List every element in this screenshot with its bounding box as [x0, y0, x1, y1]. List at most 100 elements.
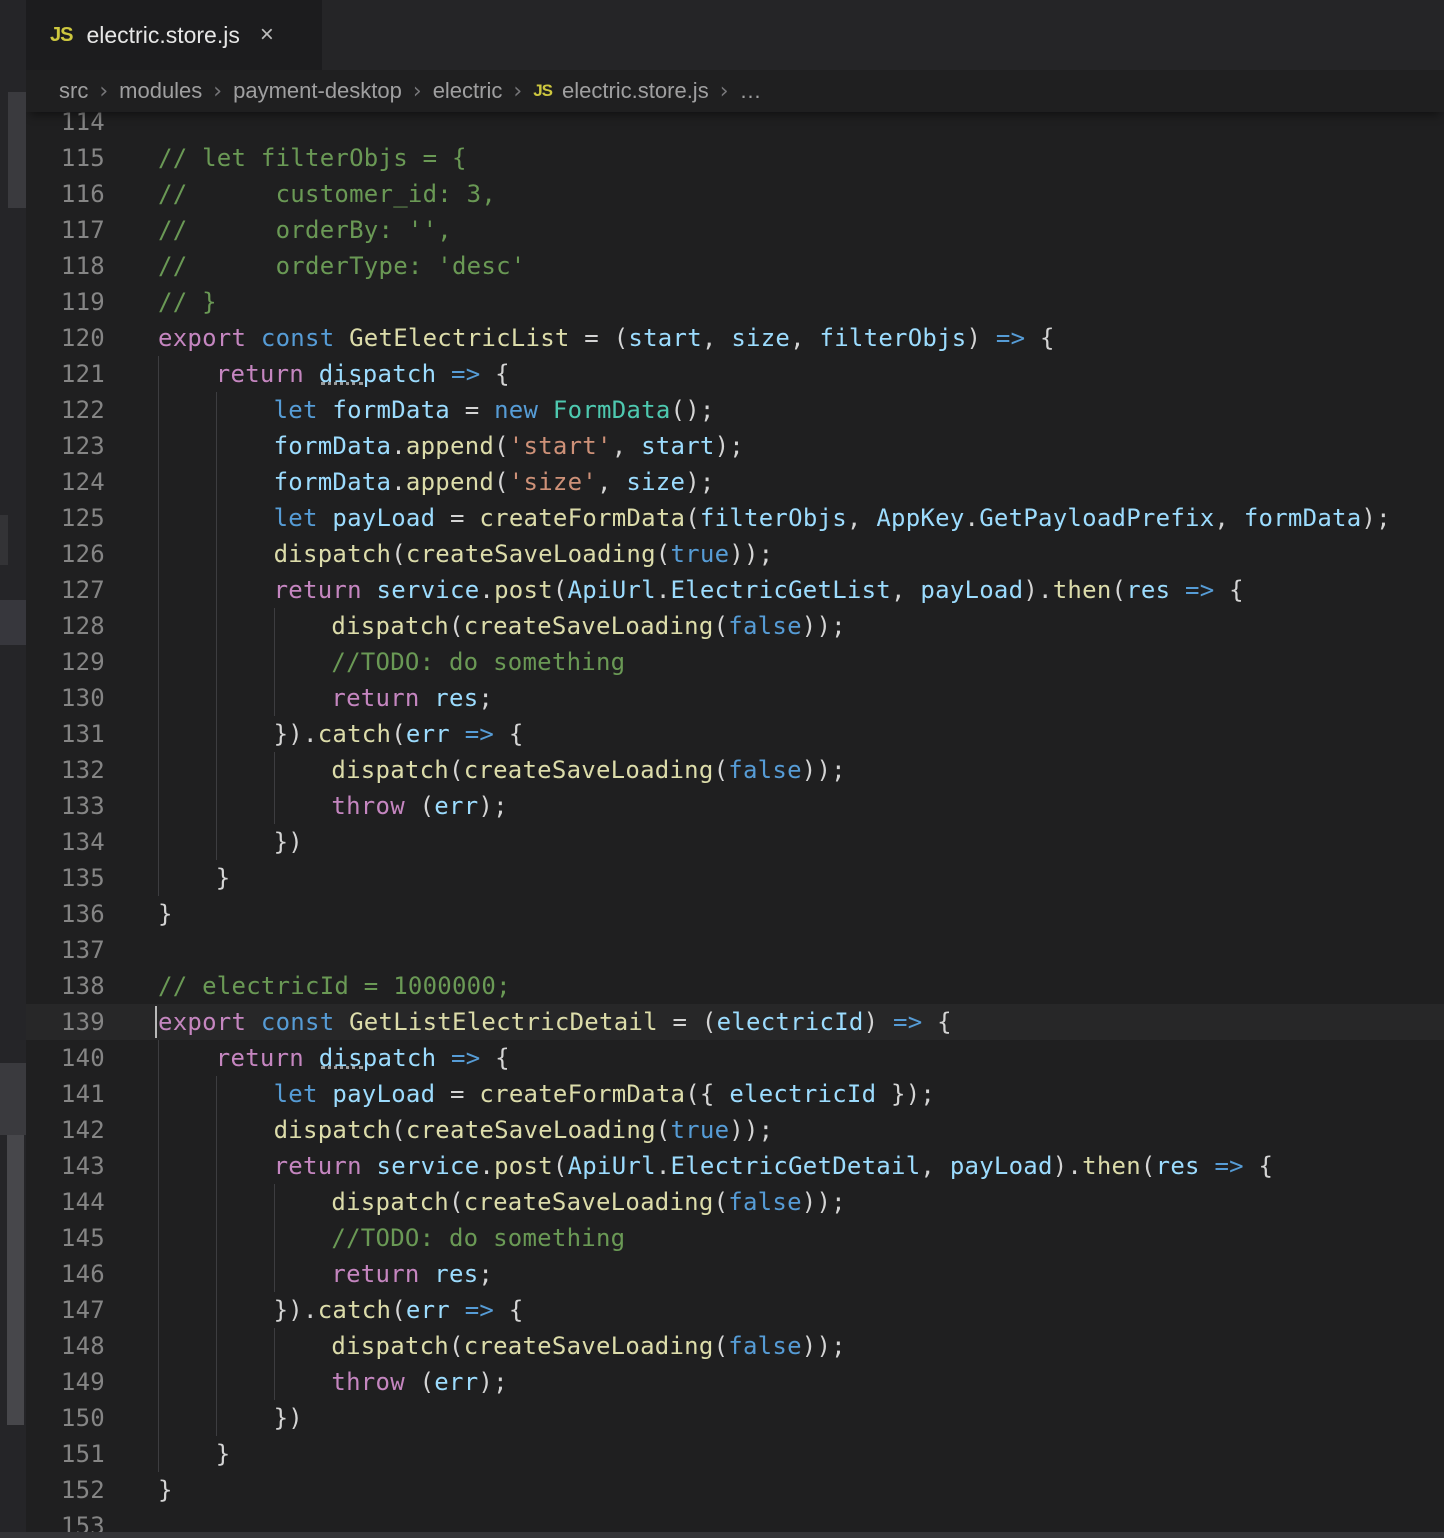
code-line[interactable]: 121return dispatch => { [26, 356, 1444, 392]
code-line-content[interactable]: export const GetListElectricDetail = (el… [126, 1004, 952, 1040]
code-line-content[interactable]: }).catch(err => { [126, 716, 524, 752]
code-line[interactable]: 150}) [26, 1400, 1444, 1436]
code-line-content[interactable]: // } [126, 284, 217, 320]
code-line-content[interactable]: // orderBy: '', [126, 212, 452, 248]
code-token: return [331, 1260, 419, 1288]
code-line-content[interactable]: return res; [126, 680, 493, 716]
code-token: . [479, 576, 494, 604]
code-line[interactable]: 128dispatch(createSaveLoading(false)); [26, 608, 1444, 644]
code-line-content[interactable]: // orderType: 'desc' [126, 248, 525, 284]
code-line[interactable]: 126dispatch(createSaveLoading(true)); [26, 536, 1444, 572]
code-line[interactable]: 151} [26, 1436, 1444, 1472]
code-line-content[interactable]: } [126, 1472, 173, 1508]
code-line-content[interactable] [126, 932, 158, 968]
code-line[interactable]: 119// } [26, 284, 1444, 320]
code-line-content[interactable]: dispatch(createSaveLoading(false)); [126, 1328, 846, 1364]
code-line[interactable]: 132dispatch(createSaveLoading(false)); [26, 752, 1444, 788]
code-token: ( [714, 1188, 729, 1216]
code-line-content[interactable]: //TODO: do something [126, 1220, 625, 1256]
code-line[interactable]: 129//TODO: do something [26, 644, 1444, 680]
close-icon[interactable]: × [260, 23, 274, 47]
code-line-content[interactable]: let payLoad = createFormData({ electricI… [126, 1076, 935, 1112]
code-line[interactable]: 144dispatch(createSaveLoading(false)); [26, 1184, 1444, 1220]
code-line-content[interactable]: return service.post(ApiUrl.ElectricGetDe… [126, 1148, 1273, 1184]
breadcrumb-item-modules[interactable]: modules [119, 78, 202, 104]
code-line[interactable]: 123formData.append('start', start); [26, 428, 1444, 464]
code-line[interactable]: 120export const GetElectricList = (start… [26, 320, 1444, 356]
code-line-content[interactable]: //TODO: do something [126, 644, 625, 680]
code-line[interactable]: 142dispatch(createSaveLoading(true)); [26, 1112, 1444, 1148]
code-line[interactable]: 147}).catch(err => { [26, 1292, 1444, 1328]
code-line[interactable]: 135} [26, 860, 1444, 896]
code-line-content[interactable]: }).catch(err => { [126, 1292, 524, 1328]
code-line[interactable]: 146return res; [26, 1256, 1444, 1292]
code-line-content[interactable]: formData.append('size', size); [126, 464, 715, 500]
breadcrumb-item-file[interactable]: electric.store.js [562, 78, 709, 104]
code-line-content[interactable]: throw (err); [126, 1364, 508, 1400]
code-line-content[interactable]: // customer_id: 3, [126, 176, 496, 212]
scrollbar-thumb[interactable] [7, 1135, 24, 1425]
code-line[interactable]: 141let payLoad = createFormData({ electr… [26, 1076, 1444, 1112]
code-line[interactable]: 145//TODO: do something [26, 1220, 1444, 1256]
code-editor[interactable]: 114115// let filterObjs = {116// custome… [26, 112, 1444, 1538]
code-line[interactable]: 136} [26, 896, 1444, 932]
code-line[interactable]: 137 [26, 932, 1444, 968]
breadcrumb-item-payment-desktop[interactable]: payment-desktop [233, 78, 402, 104]
code-line[interactable]: 130return res; [26, 680, 1444, 716]
code-line-content[interactable]: throw (err); [126, 788, 508, 824]
code-line-content[interactable]: dispatch(createSaveLoading(true)); [126, 1112, 773, 1148]
code-line-content[interactable]: return service.post(ApiUrl.ElectricGetLi… [126, 572, 1244, 608]
code-line[interactable]: 143return service.post(ApiUrl.ElectricGe… [26, 1148, 1444, 1184]
code-line-content[interactable]: } [126, 896, 173, 932]
code-line[interactable]: 117// orderBy: '', [26, 212, 1444, 248]
code-line[interactable]: 127return service.post(ApiUrl.ElectricGe… [26, 572, 1444, 608]
code-line-content[interactable]: formData.append('start', start); [126, 428, 744, 464]
code-line-content[interactable]: // let filterObjs = { [126, 140, 467, 176]
code-token: ( [1141, 1152, 1156, 1180]
code-line-content[interactable]: let payLoad = createFormData(filterObjs,… [126, 500, 1391, 536]
code-token: { [1025, 324, 1054, 352]
code-line-content[interactable]: dispatch(createSaveLoading(true)); [126, 536, 773, 572]
code-line-content[interactable] [126, 112, 158, 140]
code-line-content[interactable]: }) [126, 824, 303, 860]
code-line[interactable]: 134}) [26, 824, 1444, 860]
code-line[interactable]: 149throw (err); [26, 1364, 1444, 1400]
code-line-content[interactable]: return dispatch => { [126, 356, 510, 392]
code-line[interactable]: 124formData.append('size', size); [26, 464, 1444, 500]
code-line-content[interactable]: return dispatch => { [126, 1040, 510, 1076]
code-line[interactable]: 115// let filterObjs = { [26, 140, 1444, 176]
code-line[interactable]: 133throw (err); [26, 788, 1444, 824]
code-line-content[interactable]: export const GetElectricList = (start, s… [126, 320, 1055, 356]
code-line[interactable]: 118// orderType: 'desc' [26, 248, 1444, 284]
code-line[interactable]: 139export const GetListElectricDetail = … [26, 1004, 1444, 1040]
code-token: throw [331, 1368, 405, 1396]
indent-guide [216, 392, 274, 428]
code-token: export [158, 1008, 246, 1036]
code-line[interactable]: 125let payLoad = createFormData(filterOb… [26, 500, 1444, 536]
code-line-content[interactable]: dispatch(createSaveLoading(false)); [126, 608, 846, 644]
code-line[interactable]: 131}).catch(err => { [26, 716, 1444, 752]
code-line[interactable]: 114 [26, 112, 1444, 140]
breadcrumb-item-src[interactable]: src [59, 78, 88, 104]
code-line-content[interactable]: } [126, 860, 231, 896]
code-token: => [465, 720, 494, 748]
code-line-content[interactable]: }) [126, 1400, 303, 1436]
code-line[interactable]: 148dispatch(createSaveLoading(false)); [26, 1328, 1444, 1364]
code-line[interactable]: 122let formData = new FormData(); [26, 392, 1444, 428]
code-line[interactable]: 138// electricId = 1000000; [26, 968, 1444, 1004]
code-line-content[interactable]: } [126, 1436, 231, 1472]
code-line[interactable]: 116// customer_id: 3, [26, 176, 1444, 212]
code-token: , [790, 324, 819, 352]
code-line-content[interactable]: dispatch(createSaveLoading(false)); [126, 1184, 846, 1220]
code-line[interactable]: 140return dispatch => { [26, 1040, 1444, 1076]
code-line[interactable]: 152} [26, 1472, 1444, 1508]
code-line-content[interactable]: let formData = new FormData(); [126, 392, 715, 428]
line-number: 115 [26, 140, 126, 176]
code-token: . [391, 468, 406, 496]
code-line-content[interactable]: return res; [126, 1256, 493, 1292]
breadcrumb-item-more[interactable]: … [740, 78, 762, 104]
breadcrumb-item-electric[interactable]: electric [433, 78, 503, 104]
code-line-content[interactable]: dispatch(createSaveLoading(false)); [126, 752, 846, 788]
code-line-content[interactable]: // electricId = 1000000; [126, 968, 511, 1004]
tab-electric-store-js[interactable]: JS electric.store.js × [26, 0, 322, 70]
